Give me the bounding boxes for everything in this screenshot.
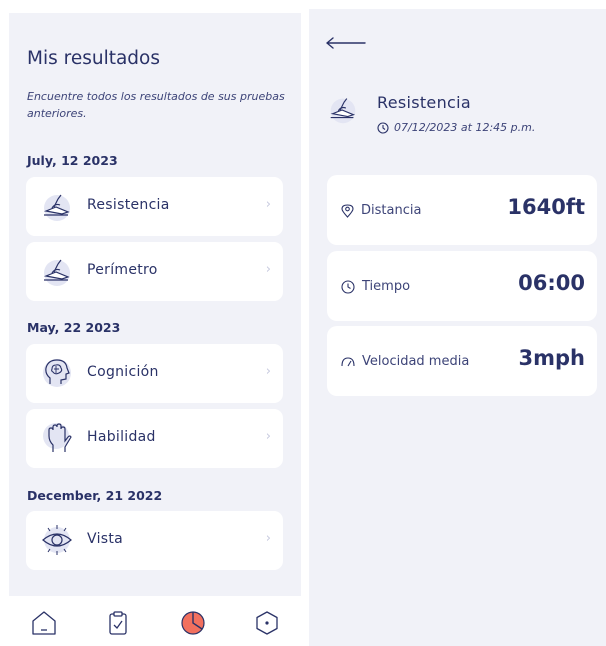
detail-datetime-text: 07/12/2023 at 12:45 p.m. [394, 121, 536, 134]
stat-label: Velocidad media [362, 354, 470, 369]
chevron-right-icon: › [265, 197, 271, 212]
stat-card-distancia: Distancia 1640ft [327, 175, 597, 245]
result-detail-panel: Resistencia 07/12/2023 at 12:45 p.m. Dis… [309, 9, 606, 646]
stat-label: Distancia [361, 203, 422, 218]
chevron-right-icon: › [265, 262, 271, 277]
section-date-july: July, 12 2023 [27, 153, 118, 168]
stat-value: 1640ft [507, 195, 585, 219]
swimmer-icon [43, 259, 70, 286]
page-title: Mis resultados [27, 48, 160, 69]
results-list-panel: Mis resultados Encuentre todos los resul… [9, 13, 301, 646]
result-card-habilidad[interactable]: Habilidad › [26, 409, 283, 468]
result-card-label: Resistencia [87, 197, 170, 213]
result-card-perimetro[interactable]: Perímetro › [26, 242, 283, 301]
chevron-right-icon: › [265, 429, 271, 444]
bottom-navigation [9, 596, 301, 646]
section-date-december: December, 21 2022 [27, 488, 163, 503]
chevron-right-icon: › [265, 364, 271, 379]
result-card-label: Vista [87, 531, 124, 547]
stat-card-tiempo: Tiempo 06:00 [327, 251, 597, 321]
chevron-right-icon: › [265, 531, 271, 546]
stat-label: Tiempo [362, 279, 411, 294]
brain-head-icon [43, 359, 71, 387]
clipboard-icon[interactable] [105, 610, 131, 636]
hand-icon [43, 423, 72, 452]
swimmer-icon [43, 194, 70, 221]
result-card-vista[interactable]: Vista › [26, 511, 283, 570]
result-card-resistencia[interactable]: Resistencia › [26, 177, 283, 236]
hexagon-icon[interactable] [254, 610, 280, 636]
clock-icon [341, 279, 355, 294]
result-card-label: Habilidad [87, 429, 156, 445]
chart-icon[interactable] [180, 610, 206, 636]
stat-value: 3mph [518, 346, 585, 370]
result-card-cognicion[interactable]: Cognición › [26, 344, 283, 403]
home-icon[interactable] [31, 610, 57, 636]
location-pin-icon [341, 203, 354, 218]
detail-title: Resistencia [377, 93, 471, 112]
page-subtitle: Encuentre todos los resultados de sus pr… [27, 90, 285, 120]
section-date-may: May, 22 2023 [27, 320, 121, 335]
eye-icon [42, 525, 72, 555]
stat-card-velocidad-media: Velocidad media 3mph [327, 326, 597, 396]
result-card-label: Perímetro [87, 262, 158, 278]
detail-datetime: 07/12/2023 at 12:45 p.m. [377, 121, 535, 134]
back-arrow-icon[interactable] [325, 33, 367, 53]
swimmer-icon [330, 98, 356, 124]
stat-value: 06:00 [518, 271, 585, 295]
result-card-label: Cognición [87, 364, 159, 380]
clock-icon [377, 121, 389, 134]
speedometer-icon [341, 356, 355, 366]
